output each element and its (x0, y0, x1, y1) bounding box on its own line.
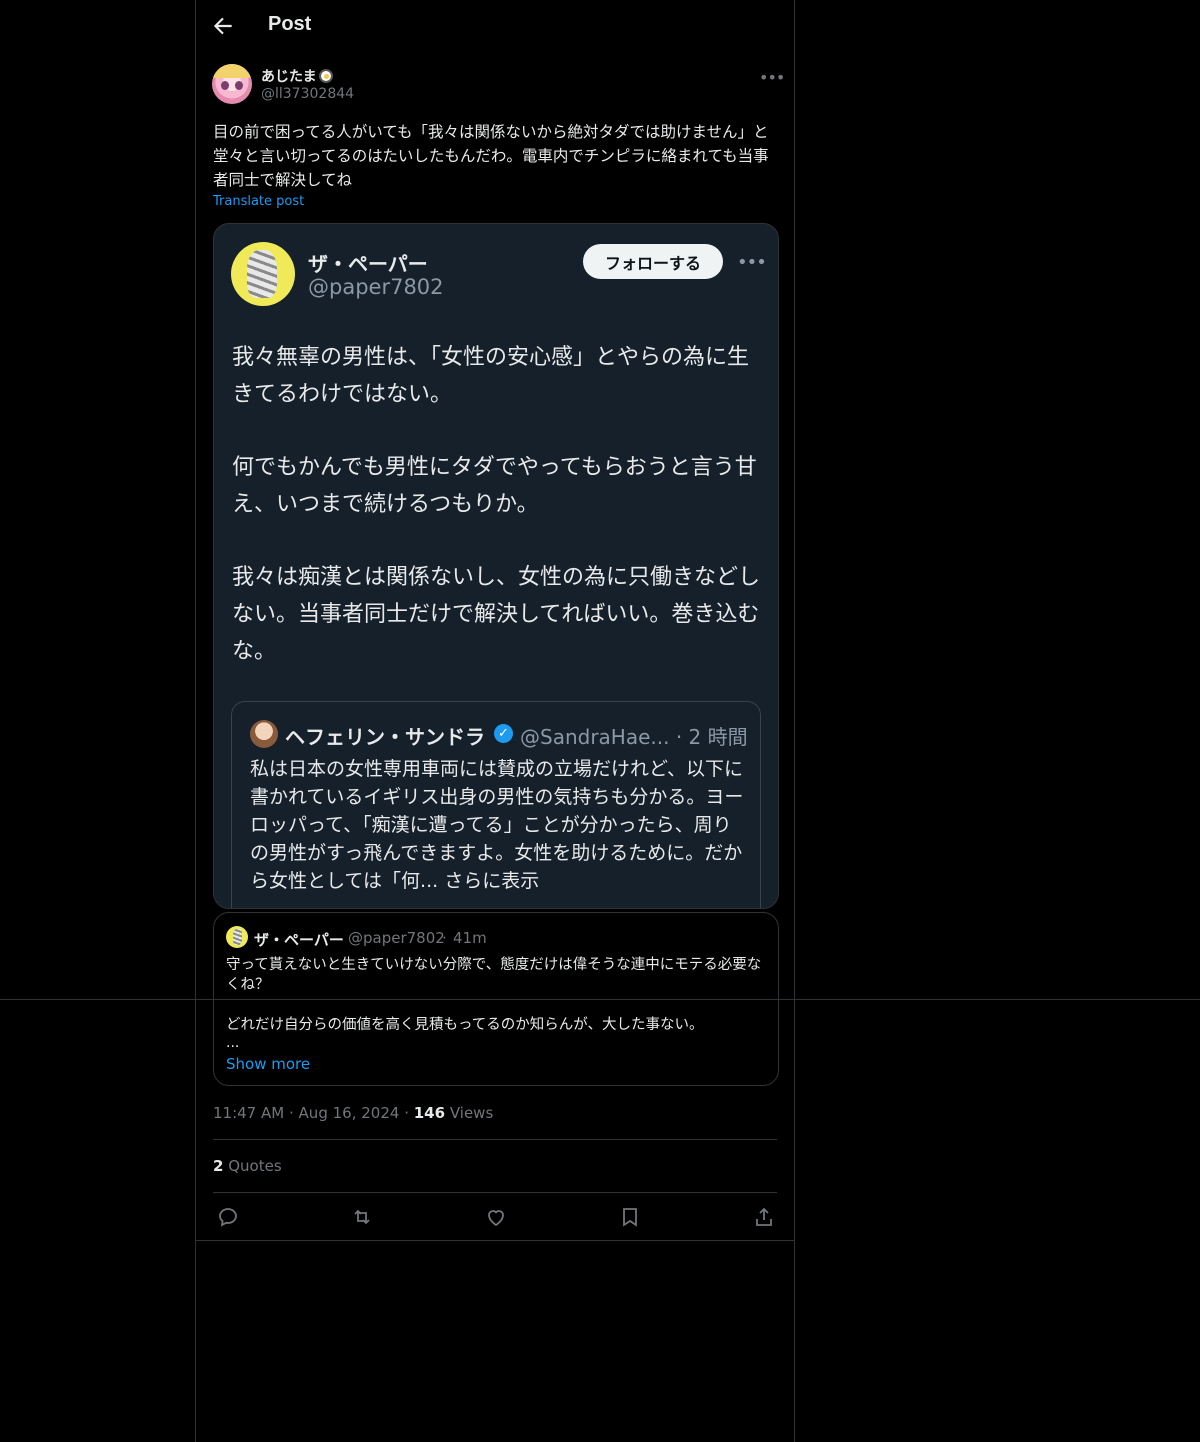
quotes-count: 2 (213, 1157, 224, 1175)
quotes-label: Quotes (228, 1157, 282, 1175)
separator-dot: · (288, 1104, 294, 1122)
views-count: 146 (413, 1104, 446, 1122)
author-avatar[interactable] (212, 64, 252, 104)
media-quote-card: ヘフェリン・サンドラ ✓ @SandraHae... · 2 時間 私は日本の女… (231, 701, 761, 908)
back-arrow-icon[interactable] (210, 13, 236, 39)
media-author-handle: @paper7802 (308, 275, 444, 299)
media-author-name: ザ・ペーパー (308, 252, 428, 276)
tweet-text: 目の前で困ってる人がいても「我々は関係ないから絶対タダでは助けません」と堂々と言… (213, 123, 769, 189)
media-paragraph: 我々は痴漢とは関係ないし、女性の為に只働きなどしない。当事者同士だけで解決してれ… (232, 565, 761, 664)
header: Post (196, 0, 794, 54)
like-icon[interactable] (484, 1205, 508, 1229)
quoted-avatar (226, 926, 248, 948)
separator-dot: · (404, 1104, 409, 1122)
author-name[interactable]: あじたま (261, 66, 333, 86)
show-more-link[interactable]: Show more (226, 1055, 310, 1073)
more-icon[interactable]: ••• (759, 68, 785, 87)
post-meta: 11:47 AM · Aug 16, 2024 · 146 Views (213, 1104, 493, 1122)
reply-icon[interactable] (216, 1205, 240, 1229)
quoted-time: 41m (453, 929, 487, 947)
quotes-stat[interactable]: 2 Quotes (213, 1157, 282, 1175)
views-label: Views (449, 1104, 494, 1122)
screenshot-image[interactable]: ザ・ペーパー @paper7802 フォローする ••• 我々無辜の男性は、「女… (213, 223, 779, 909)
quote-text: 私は日本の女性専用車両には賛成の立場だけれど、以下に書かれているイギリス出身の男… (250, 758, 744, 892)
quoted-ellipsis: ... (226, 1035, 240, 1051)
translate-link[interactable]: Translate post (213, 194, 304, 209)
media-paragraph: 我々無辜の男性は、「女性の安心感」とやらの為に生きてるわけではない。 (232, 345, 750, 407)
media-paragraph: 何でもかんでも男性にタダでやってもらおうと言う甘え、いつまで続けるつもりか。 (232, 455, 757, 517)
post-column: Post あじたま @ll37302844 ••• 目の前で困ってる人がいても「… (195, 0, 795, 1442)
quoted-text: 守って貰えないと生きていけない分際で、態度だけは偉そうな連中にモテる必要なくね？ (226, 957, 762, 993)
separator-dot: · (442, 929, 447, 947)
action-bar (196, 1193, 794, 1241)
verified-icon: ✓ (494, 724, 513, 743)
quoted-text-2: どれだけ自分らの価値を高く見積もってるのか知らんが、大した事ない。 (226, 1017, 704, 1033)
divider (213, 1139, 777, 1140)
page-title: Post (268, 13, 312, 35)
quoted-author-handle: @paper7802 (348, 929, 445, 947)
overlay-divider (0, 999, 1200, 1000)
post-date[interactable]: Aug 16, 2024 (299, 1104, 400, 1122)
quote-handle-time: @SandraHae... · 2 時間 (520, 725, 748, 749)
follow-button: フォローする (583, 244, 723, 279)
share-icon[interactable] (752, 1205, 776, 1229)
egg-emoji-icon (318, 69, 333, 83)
author-name-text: あじたま (261, 69, 317, 85)
media-more-icon: ••• (737, 252, 767, 273)
post-time[interactable]: 11:47 AM (213, 1104, 284, 1122)
media-body: 我々無辜の男性は、「女性の安心感」とやらの為に生きてるわけではない。 何でもかん… (232, 339, 767, 706)
retweet-icon[interactable] (350, 1205, 374, 1229)
quote-author-name: ヘフェリン・サンドラ (285, 725, 485, 749)
author-handle[interactable]: @ll37302844 (261, 86, 354, 102)
bookmark-icon[interactable] (618, 1205, 642, 1229)
quoted-author-name: ザ・ペーパー (254, 931, 344, 949)
media-avatar (231, 242, 295, 306)
quote-avatar (250, 720, 278, 748)
